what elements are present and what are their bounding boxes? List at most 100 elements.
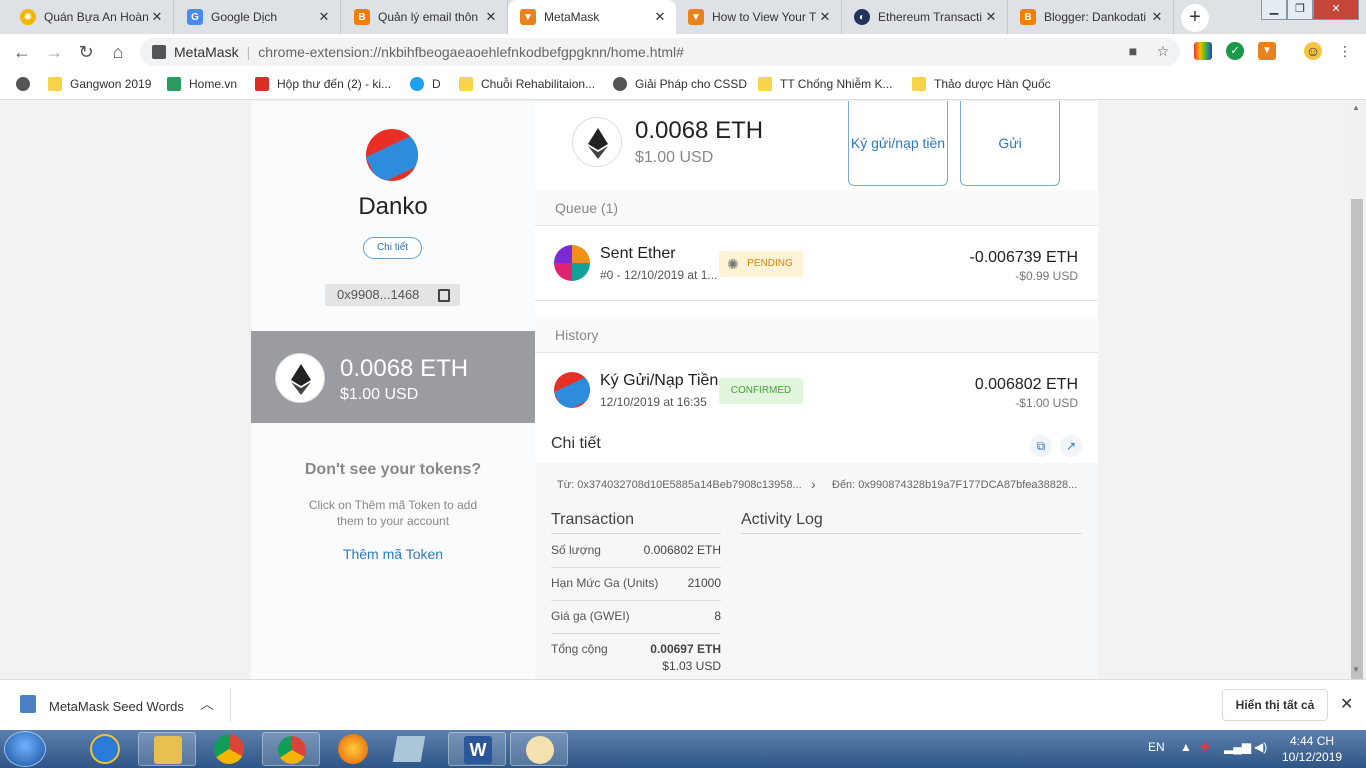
account-address[interactable]: 0x9908...1468	[325, 284, 460, 306]
tab-ethereum-transaction[interactable]: ◐ Ethereum Transacti ✕	[842, 0, 1008, 34]
tab-title: Quản lý email thôn	[378, 10, 479, 24]
close-icon[interactable]: ✕	[1340, 694, 1353, 714]
tab-quan-bua[interactable]: ✺ Quán Bựa An Hoàn ✕	[8, 0, 174, 34]
close-icon[interactable]: ✕	[1149, 9, 1165, 25]
details-title: Chi tiết	[551, 435, 601, 452]
window-close-button[interactable]: ✕	[1313, 0, 1359, 20]
volume-icon[interactable]: ◀)	[1254, 740, 1267, 754]
transaction-row-confirmed[interactable]: Ký Gửi/Nạp Tiền 12/10/2019 at 16:35 CONF…	[535, 354, 1098, 428]
add-token-link[interactable]: Thêm mã Token	[251, 546, 535, 562]
bookmark-thao-duoc[interactable]: Thảo dược Hàn Quốc	[912, 70, 1051, 98]
shield-extension-icon[interactable]: ✓	[1226, 42, 1244, 60]
sidebar-balance-usd: $1.00 USD	[340, 386, 419, 403]
close-icon[interactable]: ✕	[817, 9, 833, 25]
selected-asset-eth[interactable]: 0.0068 ETH $1.00 USD	[251, 331, 535, 423]
profile-emoji-icon[interactable]: ☺	[1304, 42, 1322, 60]
reload-icon[interactable]: ↻	[74, 40, 98, 64]
extension-puzzle-icon	[152, 45, 166, 59]
account-details-button[interactable]: Chi tiết	[363, 237, 422, 259]
deposit-button[interactable]: Ký gửi/nạp tiền	[848, 101, 948, 186]
bookmark-globe[interactable]	[16, 70, 38, 98]
transaction-avatar	[554, 245, 590, 281]
transaction-amount: 0.006802 ETH	[974, 376, 1078, 393]
scroll-up-icon[interactable]: ▲	[1352, 103, 1360, 112]
close-icon[interactable]: ✕	[316, 9, 332, 25]
blogger-icon: B	[354, 9, 370, 25]
tab-blogger[interactable]: B Blogger: Dankodati ✕	[1008, 0, 1174, 34]
network-signal-icon[interactable]: ▂▄▆	[1224, 740, 1251, 754]
taskbar-explorer[interactable]	[138, 732, 196, 766]
scroll-down-icon[interactable]: ▼	[1352, 665, 1360, 674]
tray-alert-icon[interactable]: ✚	[1200, 740, 1210, 754]
activity-log-header: Activity Log	[741, 511, 1082, 534]
download-file-name[interactable]: MetaMask Seed Words	[49, 699, 184, 714]
tray-arrow-icon[interactable]: ▲	[1180, 740, 1192, 754]
taskbar-chrome[interactable]	[262, 732, 320, 766]
bookmark-gmail[interactable]: Hộp thư đến (2) - ki...	[255, 70, 391, 98]
firefox-icon[interactable]	[338, 734, 368, 764]
folder-icon	[912, 77, 926, 91]
new-tab-button[interactable]: +	[1181, 4, 1209, 32]
show-all-downloads-button[interactable]: Hiển thị tất cả	[1222, 689, 1328, 721]
detail-row-total: Tổng cộng 0.00697 ETH $1.03 USD	[551, 634, 721, 678]
taskbar-word[interactable]: W	[448, 732, 506, 766]
transaction-row-pending[interactable]: Sent Ether #0 - 12/10/2019 at 1... ✺ PEN…	[535, 227, 1098, 301]
clock-date[interactable]: 10/12/2019	[1282, 750, 1342, 764]
taskbar-paint[interactable]	[510, 732, 568, 766]
tab-title: Quán Bựa An Hoàn	[44, 10, 149, 24]
external-link-icon[interactable]: ↗	[1060, 435, 1082, 457]
download-bar: MetaMask Seed Words ︿ Hiển thị tất cả ✕	[0, 679, 1366, 730]
tab-how-to-view[interactable]: ▼ How to View Your T ✕	[676, 0, 842, 34]
page-scrollbar[interactable]: ▲ ▼	[1349, 101, 1366, 755]
tab-quan-ly-email[interactable]: B Quản lý email thôn ✕	[342, 0, 508, 34]
home-icon[interactable]: ⌂	[106, 40, 130, 64]
to-address: Đến: 0x990874328b19a7F177DCA87bfea38828.…	[832, 479, 1078, 491]
copy-icon[interactable]	[438, 289, 450, 302]
internet-explorer-icon[interactable]	[90, 734, 120, 764]
transaction-title: Ký Gửi/Nạp Tiền	[600, 372, 719, 389]
chrome-icon[interactable]	[214, 734, 244, 764]
close-icon[interactable]: ✕	[983, 9, 999, 25]
detail-value: 0.006802 ETH	[643, 543, 721, 557]
bookmark-rehab[interactable]: Chuỗi Rehabilitaion...	[459, 70, 595, 98]
transaction-subtitle: 12/10/2019 at 16:35	[600, 395, 707, 409]
send-button[interactable]: Gửi	[960, 101, 1060, 186]
notepad-icon[interactable]	[392, 736, 426, 762]
tab-google-dich[interactable]: G Google Dịch ✕	[175, 0, 341, 34]
minimize-button[interactable]: ▁	[1261, 0, 1287, 20]
address-bar[interactable]: MetaMask | chrome-extension://nkbihfbeog…	[140, 38, 1180, 66]
menu-kebab-icon[interactable]: ⋮	[1336, 42, 1354, 60]
close-icon[interactable]: ✕	[149, 9, 165, 25]
bookmark-twitter[interactable]: D	[410, 70, 441, 98]
bookmark-tt-chong[interactable]: TT Chống Nhiễm K...	[758, 70, 893, 98]
close-icon[interactable]: ✕	[652, 9, 668, 25]
colorful-extension-icon[interactable]	[1194, 42, 1212, 60]
detail-value-usd: $1.03 USD	[662, 659, 721, 673]
copy-icon[interactable]: ⧉	[1030, 435, 1052, 457]
tab-title: MetaMask	[544, 10, 600, 24]
file-icon	[20, 695, 36, 713]
spinner-icon: ✺	[727, 256, 739, 272]
camera-icon[interactable]: ■	[1124, 42, 1142, 60]
metamask-fox-icon[interactable]: ▼	[1258, 42, 1276, 60]
globe-icon	[613, 77, 627, 91]
tab-strip: ✺ Quán Bựa An Hoàn ✕ G Google Dịch ✕ B Q…	[0, 0, 1366, 34]
detail-label: Hạn Mức Ga (Units)	[551, 576, 659, 590]
bookmark-gangwon[interactable]: Gangwon 2019	[48, 70, 151, 98]
bookmark-label: Gangwon 2019	[70, 77, 152, 91]
tab-metamask[interactable]: ▼ MetaMask ✕	[508, 0, 676, 34]
chevron-up-icon[interactable]: ︿	[200, 694, 214, 714]
close-icon[interactable]: ✕	[483, 9, 499, 25]
bookmark-cssd[interactable]: Giải Pháp cho CSSD	[613, 70, 747, 98]
forward-arrow-icon[interactable]: →	[42, 40, 66, 64]
detail-value: 0.00697 ETH	[650, 642, 721, 656]
clock-time[interactable]: 4:44 CH	[1290, 734, 1334, 748]
bookmark-home-vn[interactable]: Home.vn	[167, 70, 237, 98]
start-button[interactable]	[4, 731, 46, 767]
maximize-button[interactable]: ❐	[1287, 0, 1313, 20]
back-arrow-icon[interactable]: ←	[10, 40, 34, 64]
status-badge: ✺ PENDING	[719, 251, 803, 277]
star-icon[interactable]: ☆	[1154, 42, 1172, 60]
language-indicator[interactable]: EN	[1148, 740, 1165, 754]
status-text: PENDING	[747, 258, 793, 269]
